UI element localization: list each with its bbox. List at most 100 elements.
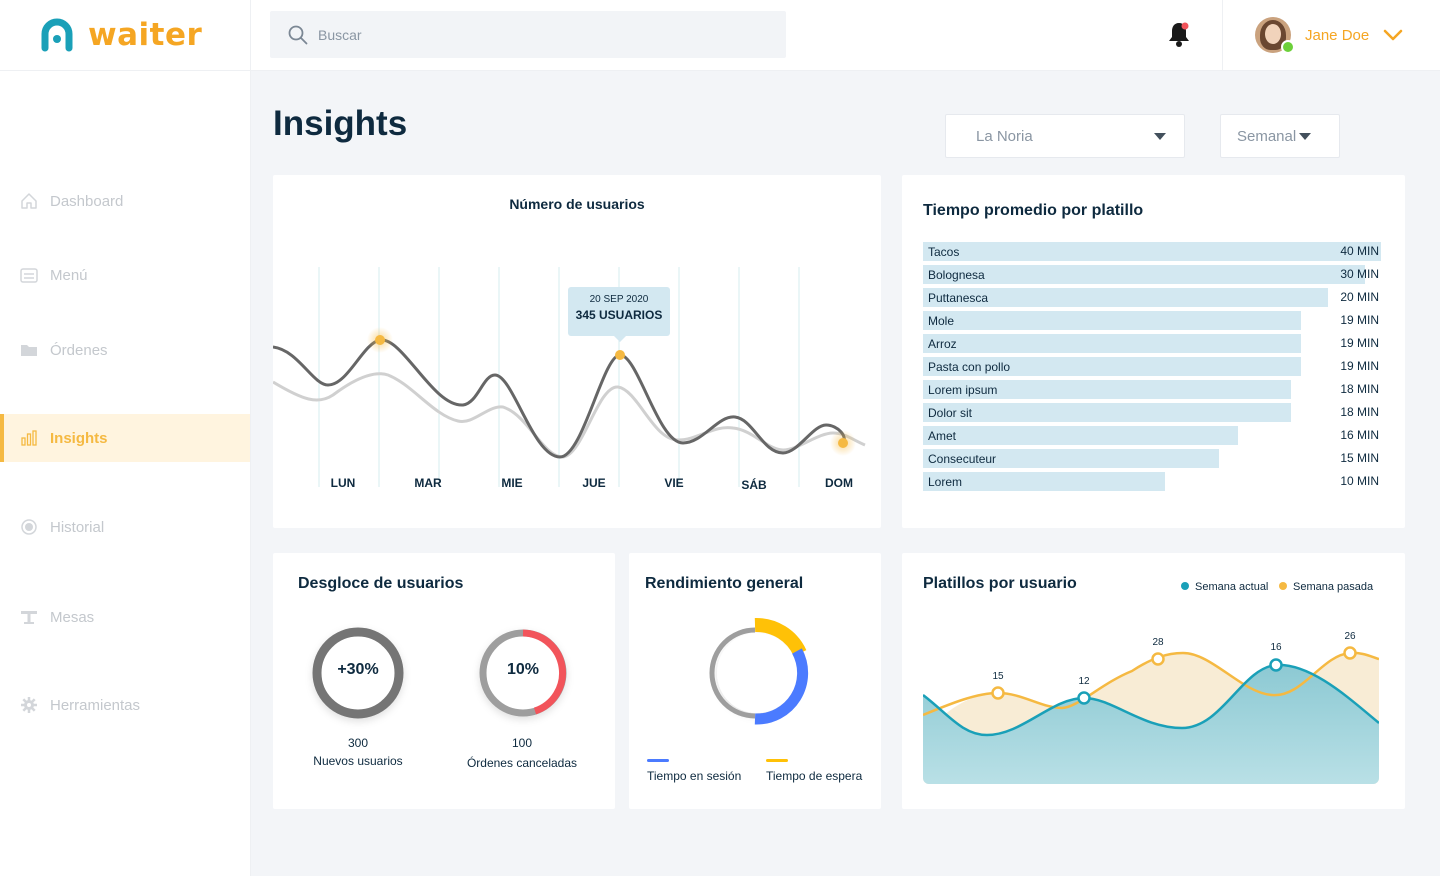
bar-value-label: 20 MIN: [1340, 290, 1379, 304]
period-select-value: Semanal: [1237, 127, 1297, 145]
caret-down-icon: [1299, 133, 1311, 140]
sidebar-item-label: Órdenes: [50, 341, 108, 359]
search-box[interactable]: [270, 11, 786, 58]
point-marker-past: [1151, 652, 1165, 666]
new-users-percent: +30%: [337, 661, 379, 678]
data-point-marker: [838, 438, 848, 448]
bar-row: Puttanesca 20 MIN: [923, 288, 1381, 307]
bar-value-label: 15 MIN: [1340, 451, 1379, 465]
search-icon: [288, 25, 308, 44]
cancelled-orders-label: Órdenes canceladas: [466, 756, 578, 770]
history-icon: [20, 518, 38, 536]
sidebar-item-dashboard[interactable]: Dashboard: [0, 177, 250, 225]
data-label: 26: [1344, 631, 1356, 642]
sidebar-item-insights[interactable]: Insights: [0, 414, 250, 462]
sidebar: Dashboard Menú Órdenes Insights Historia…: [0, 71, 251, 876]
sidebar-item-label: Insights: [50, 429, 108, 447]
bar-label: Puttanesca: [928, 291, 989, 305]
period-select[interactable]: Semanal: [1220, 114, 1340, 158]
bar-chart-icon: [20, 429, 38, 447]
location-select[interactable]: La Noria: [945, 114, 1185, 158]
bell-icon: [1169, 22, 1189, 47]
user-breakdown-card: Desgloce de usuarios +30% 10% 300 Nuevos…: [273, 553, 615, 809]
sidebar-item-herramientas[interactable]: Herramientas: [0, 681, 250, 729]
bar-label: Pasta con pollo: [928, 360, 1011, 374]
series-previous-line: [273, 372, 866, 459]
point-marker-past: [1343, 646, 1357, 660]
cancelled-orders-count: 100: [511, 736, 533, 750]
bar-value-label: 19 MIN: [1340, 313, 1379, 327]
bar-row: Dolor sit 18 MIN: [923, 403, 1381, 422]
data-point-marker: [375, 335, 385, 345]
bar-value-label: 30 MIN: [1340, 267, 1379, 281]
cancelled-orders-percent: 10%: [506, 661, 540, 678]
bar-value-label: 10 MIN: [1340, 474, 1379, 488]
bar-value-label: 19 MIN: [1340, 336, 1379, 350]
dish-time-card: Tiempo promedio por platillo Tacos 40 MIN…: [902, 175, 1405, 528]
bar-value-label: 18 MIN: [1340, 382, 1379, 396]
legend-swatch-wait: [766, 759, 788, 762]
bar-row: Bolognesa 30 MIN: [923, 265, 1381, 284]
tooltip-date: 20 SEP 2020: [589, 294, 649, 305]
bar: [923, 426, 1238, 445]
point-marker-current: [1269, 658, 1283, 672]
new-users-count: 300: [347, 736, 369, 750]
page-title: Insights: [273, 104, 408, 143]
x-tick-label: JUE: [582, 476, 606, 490]
bar: [923, 265, 1365, 284]
bar-row: Amet 16 MIN: [923, 426, 1381, 445]
tooltip-value: 345 USUARIOS: [575, 308, 663, 322]
logo[interactable]: waiter: [0, 0, 251, 71]
bar-label: Arroz: [928, 337, 957, 351]
folder-icon: [20, 341, 38, 359]
breakdown-donuts: [312, 627, 567, 719]
notifications-button[interactable]: [1167, 20, 1191, 48]
bar-value-label: 40 MIN: [1340, 244, 1379, 258]
table-icon: [20, 608, 38, 626]
bar-label: Lorem ipsum: [928, 383, 998, 397]
bar: [923, 311, 1301, 330]
bar-label: Consecuteur: [928, 452, 997, 466]
performance-card: Rendimiento general Tiempo en sesión Tie…: [629, 553, 881, 809]
x-tick-label: MAR: [414, 476, 442, 490]
bar-label: Mole: [928, 314, 955, 328]
dishes-per-user-card: Platillos por usuario Semana actual Sema…: [902, 553, 1405, 809]
search-input[interactable]: [318, 26, 738, 43]
bar: [923, 242, 1381, 261]
bar-row: Pasta con pollo 19 MIN: [923, 357, 1381, 376]
legend-wait: Tiempo de espera: [766, 769, 863, 783]
bar-value-label: 19 MIN: [1340, 359, 1379, 373]
sidebar-item-mesas[interactable]: Mesas: [0, 593, 250, 641]
bar-label: Bolognesa: [928, 268, 985, 282]
waiter-logo-icon: [41, 18, 73, 52]
x-tick-label: VIE: [664, 476, 684, 490]
bar-row: Lorem 10 MIN: [923, 472, 1381, 491]
user-menu[interactable]: Jane Doe: [1255, 17, 1403, 54]
new-users-label: Nuevos usuarios: [313, 754, 403, 768]
users-line-chart: [273, 267, 866, 487]
x-tick-label: LUN: [330, 476, 356, 490]
gear-icon: [20, 696, 38, 714]
caret-down-icon: [1154, 133, 1166, 140]
bar: [923, 334, 1301, 353]
chevron-down-icon[interactable]: [1383, 29, 1403, 41]
sidebar-item-label: Historial: [50, 518, 105, 536]
sidebar-item-menu[interactable]: Menú: [0, 251, 250, 299]
bar-row: Consecuteur 15 MIN: [923, 449, 1381, 468]
dishes-area-chart: [923, 646, 1379, 784]
avatar: [1255, 17, 1295, 54]
online-status-dot: [1281, 40, 1295, 54]
bar-value-label: 16 MIN: [1340, 428, 1379, 442]
bar-row: Mole 19 MIN: [923, 311, 1381, 330]
data-label: 16: [1270, 642, 1282, 653]
sidebar-item-label: Herramientas: [50, 696, 141, 714]
bar-label: Amet: [928, 429, 957, 443]
bar-row: Tacos 40 MIN: [923, 242, 1381, 261]
sidebar-item-historial[interactable]: Historial: [0, 503, 250, 551]
x-tick-label: DOM: [825, 476, 853, 490]
point-marker-current: [1077, 691, 1091, 705]
data-label: 12: [1078, 676, 1090, 687]
sidebar-item-ordenes[interactable]: Órdenes: [0, 326, 250, 374]
user-name: Jane Doe: [1305, 26, 1370, 44]
bar-row: Lorem ipsum 18 MIN: [923, 380, 1381, 399]
